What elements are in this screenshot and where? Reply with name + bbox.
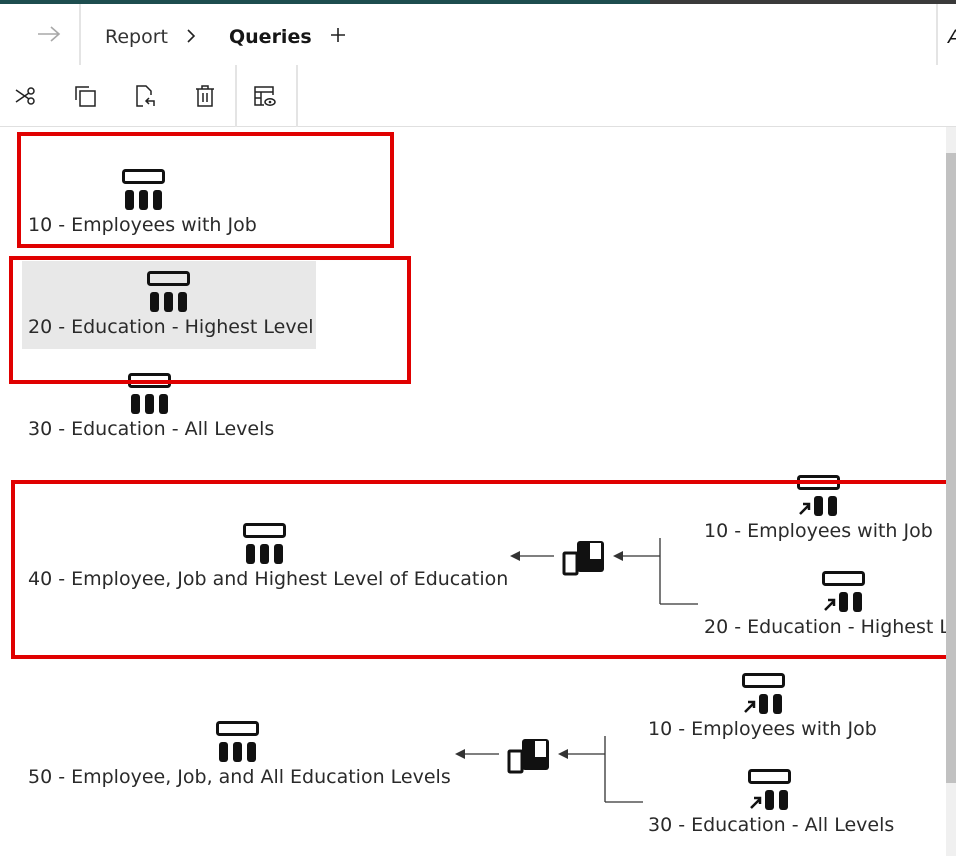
query-label: 30 - Education - All Levels (28, 418, 275, 440)
breadcrumb-report[interactable]: Report (105, 26, 168, 48)
plus-icon[interactable] (330, 27, 346, 43)
query-canvas: 10 - Employees with Job 20 - Education -… (0, 127, 946, 856)
cut-button[interactable] (12, 83, 38, 109)
divider (235, 65, 237, 127)
paste-button[interactable] (132, 83, 158, 109)
copy-button[interactable] (72, 83, 98, 109)
source-label: 10 - Employees with Job (648, 718, 877, 740)
scrollbar-thumb[interactable] (946, 153, 956, 783)
header: Report Queries A (0, 4, 956, 65)
highlight-box (17, 132, 394, 248)
query-icon (216, 721, 259, 762)
divider (936, 4, 938, 65)
arrow-right-icon[interactable] (36, 24, 62, 44)
scissors-icon (15, 87, 35, 105)
highlight-box (11, 480, 946, 659)
divider (296, 65, 298, 127)
preview-button[interactable] (252, 83, 278, 109)
delete-button[interactable] (192, 83, 218, 109)
divider (79, 4, 81, 65)
highlight-box (9, 256, 411, 384)
query-reference-icon (742, 673, 785, 714)
query-label: 50 - Employee, Job, and All Education Le… (28, 766, 451, 788)
query-reference-icon (748, 769, 791, 810)
source-label: 30 - Education - All Levels (648, 814, 895, 836)
toolbar (0, 65, 956, 127)
breadcrumb-queries[interactable]: Queries (229, 26, 312, 48)
chevron-right-icon (187, 29, 196, 43)
join-connector (455, 736, 643, 803)
cut-off-label: A (948, 26, 956, 48)
join-icon (507, 739, 549, 774)
table-preview-icon (254, 86, 276, 106)
copy-icon (75, 86, 96, 107)
trash-icon (196, 85, 214, 107)
paste-icon (136, 85, 155, 107)
